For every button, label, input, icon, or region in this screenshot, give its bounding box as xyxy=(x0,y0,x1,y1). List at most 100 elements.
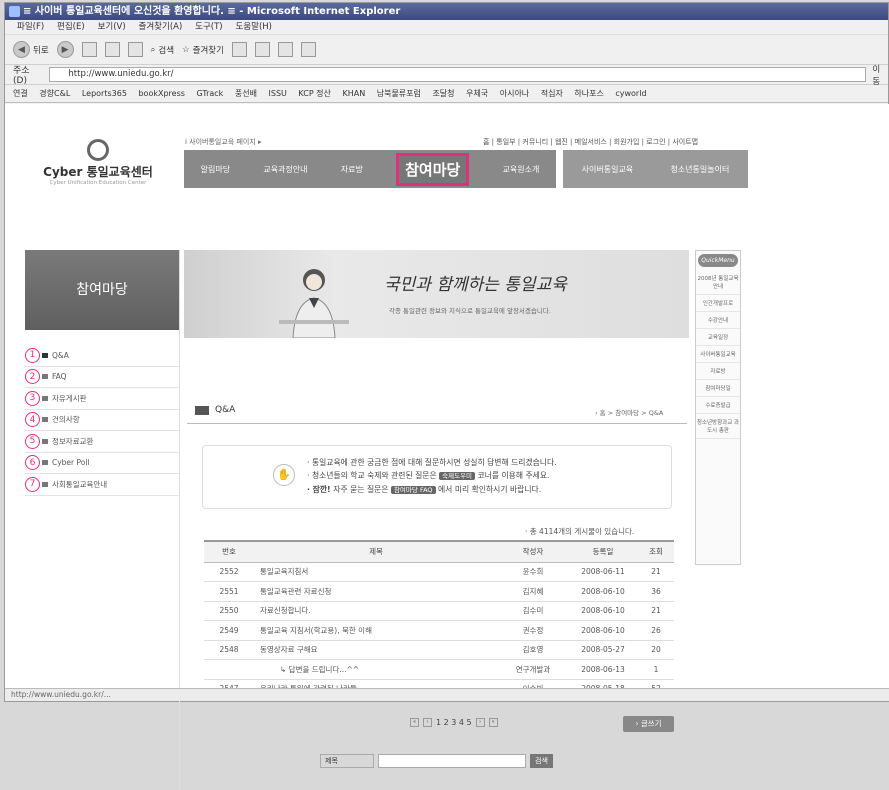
search-input[interactable] xyxy=(378,754,526,768)
prev-page-icon[interactable]: ‹ xyxy=(423,718,432,727)
link-item[interactable]: Leports365 xyxy=(82,89,127,98)
link-item[interactable]: GTrack xyxy=(196,89,223,98)
nav-youth-playground[interactable]: 청소년통일놀이터 xyxy=(670,164,729,175)
nav-notice[interactable]: 알림마당 xyxy=(201,164,230,175)
nav-resources[interactable]: 자료방 xyxy=(341,164,363,175)
nav-cyber-education[interactable]: 사이버통일교육 xyxy=(582,164,634,175)
row-date: 2008-06-10 xyxy=(568,581,638,602)
link-item[interactable]: KHAN xyxy=(342,89,365,98)
first-page-icon[interactable]: « xyxy=(410,718,419,727)
address-input[interactable]: http://www.uniedu.go.kr/ xyxy=(49,67,867,82)
mail-icon[interactable] xyxy=(254,42,270,57)
link-item[interactable]: 적십자 xyxy=(541,89,563,98)
left-menu-free-board[interactable]: 3 자유게시판 xyxy=(25,388,179,410)
nav-participation[interactable]: 참여마당 xyxy=(396,152,470,186)
link-item[interactable]: 남북물류포럼 xyxy=(377,89,421,98)
logo-subtitle: Cyber Unification Education Center xyxy=(49,180,147,186)
quick-item[interactable]: 교육일정 xyxy=(696,329,740,346)
history-icon[interactable] xyxy=(231,42,247,57)
row-views: 26 xyxy=(638,620,674,641)
left-menu-info-exchange[interactable]: 5 정보자료교환 xyxy=(25,431,179,453)
quick-item[interactable]: 수강안내 xyxy=(696,312,740,329)
faq-link[interactable]: 참여마당 FAQ xyxy=(390,486,436,494)
number-badge: 1 xyxy=(25,347,40,363)
stop-icon[interactable] xyxy=(81,42,97,57)
table-row[interactable]: 2550 자료신청합니다. 김수미 2008-06-10 21 xyxy=(204,601,674,621)
row-date: 2008-06-11 xyxy=(568,562,638,582)
search-field-select[interactable]: 제목 xyxy=(320,754,374,768)
bullet-icon xyxy=(42,438,48,444)
edit-icon[interactable] xyxy=(300,42,316,57)
back-button[interactable]: ◀ 뒤로 xyxy=(13,41,49,58)
favorites-button[interactable]: ☆ 즐겨찾기 xyxy=(182,44,224,56)
table-row[interactable]: ↳ 답변을 드립니다...^^ 연구개발과 2008-06-13 1 xyxy=(204,659,674,680)
forward-button[interactable]: ▶ xyxy=(56,41,74,58)
table-row[interactable]: 2552 통일교육지침서 윤수희 2008-06-11 21 xyxy=(204,562,674,582)
left-menu-qna[interactable]: 1 Q&A xyxy=(25,345,179,367)
row-title[interactable]: 통일교육지침서 xyxy=(254,562,498,582)
address-bar: 주소(D) http://www.uniedu.go.kr/ 이동 xyxy=(5,63,888,87)
row-author: 김지혜 xyxy=(498,581,568,602)
home-icon[interactable] xyxy=(127,42,143,57)
row-author: 연구개발과 xyxy=(498,659,568,680)
quick-item[interactable]: 사이버통일교육 xyxy=(696,346,740,363)
link-item[interactable]: bookXpress xyxy=(138,89,184,98)
search-submit-button[interactable]: 검색 xyxy=(530,754,553,768)
quick-item[interactable]: 참여마당일 xyxy=(696,380,740,397)
table-row[interactable]: 2548 동영상자료 구해요 김호영 2008-05-27 20 xyxy=(204,640,674,660)
menu-tools[interactable]: 도구(T) xyxy=(195,22,222,32)
menu-favorites[interactable]: 즐겨찾기(A) xyxy=(139,22,183,32)
link-item[interactable]: 조달청 xyxy=(432,89,454,98)
link-item[interactable]: 풍선배 xyxy=(235,89,257,98)
link-item[interactable]: 아시아나 xyxy=(500,89,529,98)
row-author: 김수미 xyxy=(498,601,568,621)
row-number: 2549 xyxy=(204,620,254,641)
number-badge: 2 xyxy=(25,369,40,385)
left-menu-social-education[interactable]: 7 사회통일교육안내 xyxy=(25,474,179,496)
next-page-icon[interactable]: › xyxy=(475,718,485,727)
table-row[interactable]: 2549 통일교육 지침서(학교용), 북한 이해 권수정 2008-06-10 26 xyxy=(204,620,674,641)
forward-icon: ▶ xyxy=(56,41,74,58)
search-button[interactable]: ⌕ 검색 xyxy=(151,44,174,56)
print-icon[interactable] xyxy=(277,42,293,57)
link-item[interactable]: 우체국 xyxy=(466,89,488,98)
left-menu-faq[interactable]: 2 FAQ xyxy=(25,367,179,388)
site-logo[interactable]: Cyber 통일교육센터 Cyber Unification Education… xyxy=(33,139,163,186)
notice-text: 에서 미리 확인하시기 바랍니다. xyxy=(435,485,542,494)
banner-subtitle: 각종 통일관련 정보와 지식으로 통일교육에 앞장서겠습니다. xyxy=(389,307,551,315)
quick-item[interactable]: 2008년 통일교육안내 xyxy=(696,270,740,295)
link-item[interactable]: ISSU xyxy=(269,89,287,98)
menu-view[interactable]: 보기(V) xyxy=(98,22,126,32)
left-menu-cyber-poll[interactable]: 6 Cyber Poll xyxy=(25,453,179,474)
homework-helper-link[interactable]: 숙제도우미 xyxy=(439,472,476,480)
nav-about[interactable]: 교육원소개 xyxy=(503,164,540,175)
link-item[interactable]: cyworld xyxy=(615,89,646,98)
link-item[interactable]: 경향C&L xyxy=(39,89,70,98)
link-item[interactable]: 하나포스 xyxy=(574,89,603,98)
quick-item[interactable]: 청소년방향과교 과도시 총판 xyxy=(696,414,740,439)
last-page-icon[interactable]: » xyxy=(488,718,498,727)
row-title[interactable]: ↳ 답변을 드립니다...^^ xyxy=(254,659,498,680)
row-title[interactable]: 통일교육관련 자료신청 xyxy=(254,581,498,602)
quick-item[interactable]: 수료증발급 xyxy=(696,397,740,414)
refresh-icon[interactable] xyxy=(104,42,120,57)
row-title[interactable]: 통일교육 지침서(학교용), 북한 이해 xyxy=(254,620,498,641)
table-row[interactable]: 2551 통일교육관련 자료신청 김지혜 2008-06-10 36 xyxy=(204,581,674,602)
nav-courses[interactable]: 교육과정안내 xyxy=(263,164,307,175)
link-item[interactable]: KCP 정산 xyxy=(298,89,330,98)
menu-edit[interactable]: 편집(E) xyxy=(57,22,85,32)
bullet-icon xyxy=(42,417,48,423)
write-button[interactable]: › 글쓰기 xyxy=(623,716,674,732)
quick-item[interactable]: 인간개발프로 xyxy=(696,295,740,312)
page-numbers[interactable]: 1 2 3 4 5 xyxy=(436,718,472,727)
row-title[interactable]: 자료신청합니다. xyxy=(254,601,498,621)
site-breadcrumb[interactable]: i 사이버통일교육 페이지 ▸ xyxy=(185,137,262,147)
status-bar: http://www.uniedu.go.kr/... xyxy=(5,688,889,701)
left-menu-suggestions[interactable]: 4 건의사항 xyxy=(25,410,179,431)
menu-help[interactable]: 도움말(H) xyxy=(236,22,272,32)
row-title[interactable]: 동영상자료 구해요 xyxy=(254,640,498,660)
quick-item[interactable]: 자료방 xyxy=(696,363,740,380)
go-button[interactable]: 이동 xyxy=(872,63,888,87)
top-links[interactable]: 홈 | 통일부 | 커뮤니티 | 웹진 | 메일서비스 | 회원가입 | 로그인… xyxy=(483,137,698,147)
menu-file[interactable]: 파일(F) xyxy=(17,22,44,32)
